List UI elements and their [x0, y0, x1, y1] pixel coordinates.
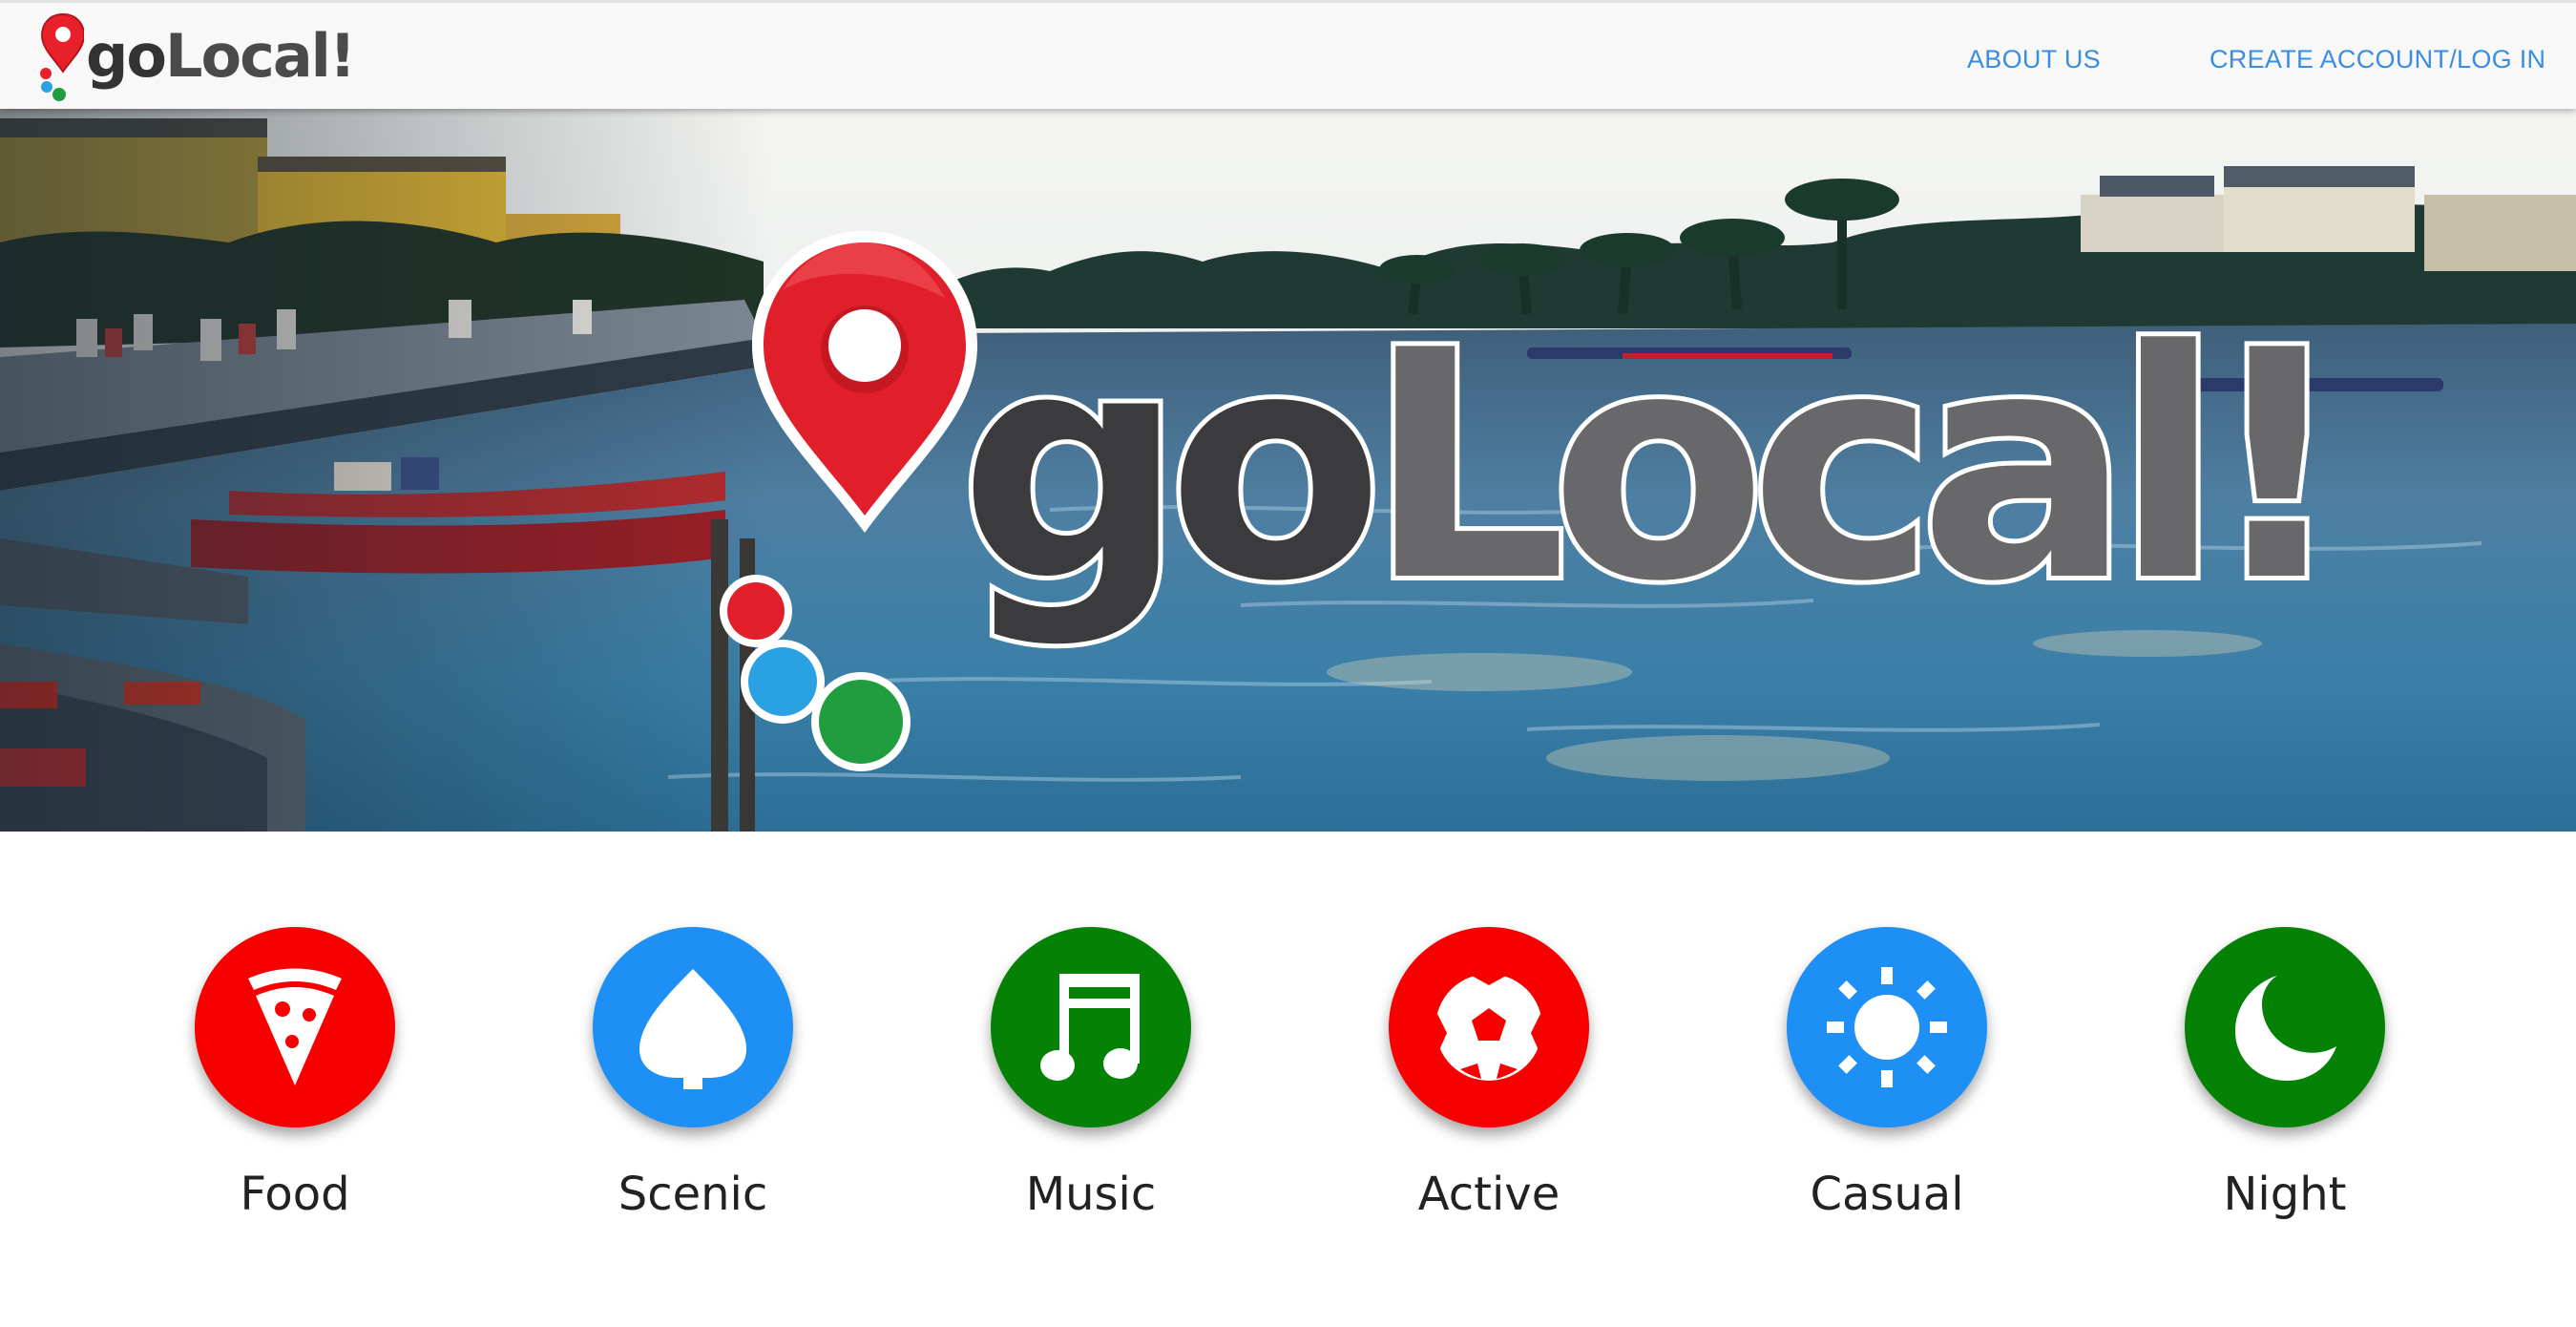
category-casual-label: Casual: [1810, 1168, 1964, 1221]
category-food-label: Food: [240, 1168, 350, 1221]
category-night-circle[interactable]: [2185, 927, 2385, 1127]
category-active-label: Active: [1417, 1168, 1560, 1221]
category-casual-circle[interactable]: [1787, 927, 1987, 1127]
nav-about-us-link[interactable]: ABOUT US: [1967, 45, 2101, 74]
brand-wordmark: goLocal!: [86, 27, 356, 86]
category-food[interactable]: Food: [152, 927, 438, 1221]
soccer-ball-icon: [1435, 974, 1542, 1081]
category-active[interactable]: Active: [1346, 927, 1632, 1221]
category-casual[interactable]: Casual: [1744, 927, 2030, 1221]
navbar: goLocal! ABOUT US CREATE ACCOUNT/LOG IN: [0, 0, 2576, 109]
pizza-icon: [248, 968, 342, 1085]
brand-logo[interactable]: goLocal!: [38, 11, 356, 102]
category-music-circle[interactable]: [991, 927, 1191, 1127]
music-note-icon: [1040, 974, 1140, 1081]
category-music-label: Music: [1025, 1168, 1157, 1221]
category-scenic-circle[interactable]: [593, 927, 793, 1127]
hero-word-part1: go: [954, 284, 1389, 650]
category-scenic[interactable]: Scenic: [550, 927, 836, 1221]
moon-icon: [2235, 976, 2336, 1081]
brand-word-part1: go: [86, 21, 167, 91]
category-food-circle[interactable]: [195, 927, 395, 1127]
category-scenic-label: Scenic: [618, 1168, 768, 1221]
category-grid: Food Scenic Music Active Casual Night: [0, 832, 2576, 1327]
sun-icon: [1827, 967, 1947, 1087]
category-active-circle[interactable]: [1389, 927, 1589, 1127]
category-night[interactable]: Night: [2142, 927, 2428, 1221]
hero-word-part2: Local!: [1362, 284, 2354, 650]
hero-banner: goLocal!: [0, 109, 2576, 832]
category-music[interactable]: Music: [948, 927, 1234, 1221]
brand-word-part2: Local!: [164, 21, 356, 91]
leaf-icon: [639, 969, 746, 1089]
map-pin-logo-icon: [40, 12, 84, 101]
nav-create-account-login-link[interactable]: CREATE ACCOUNT/LOG IN: [2209, 45, 2545, 74]
category-night-label: Night: [2223, 1168, 2347, 1221]
hero-wordmark: goLocal!: [954, 305, 2354, 629]
